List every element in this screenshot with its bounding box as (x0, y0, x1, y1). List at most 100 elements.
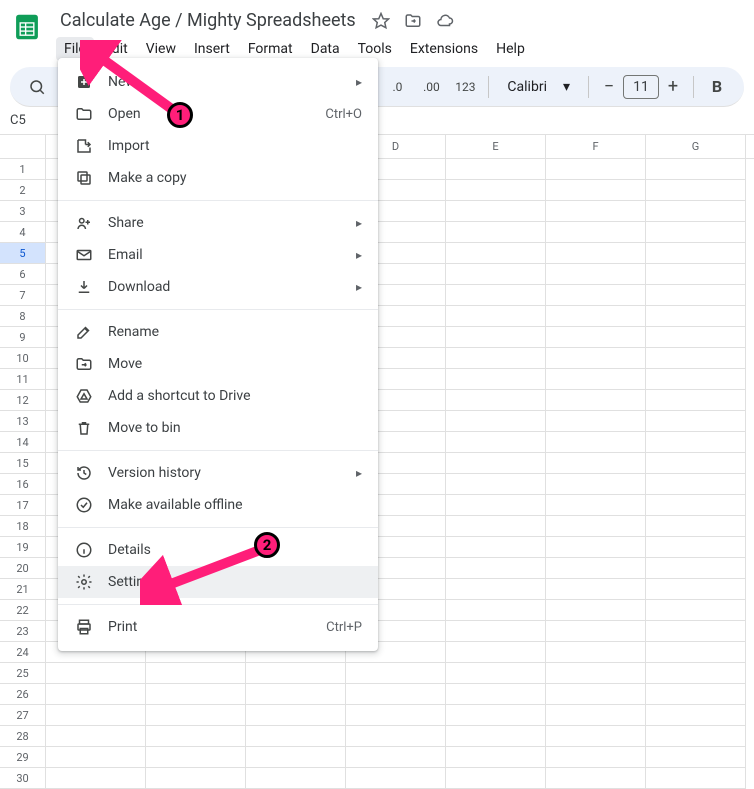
cell[interactable] (46, 747, 146, 768)
cell[interactable] (446, 222, 546, 243)
menu-share[interactable]: Share ▸ (58, 207, 378, 239)
column-header[interactable]: E (446, 135, 546, 158)
cell[interactable] (546, 684, 646, 705)
row-header[interactable]: 1 (0, 159, 46, 180)
cell[interactable] (446, 285, 546, 306)
row-header[interactable]: 17 (0, 495, 46, 516)
cell[interactable] (646, 516, 746, 537)
row-header[interactable]: 4 (0, 222, 46, 243)
row-header[interactable]: 13 (0, 411, 46, 432)
star-icon[interactable] (372, 12, 390, 30)
cell[interactable] (646, 369, 746, 390)
row-header[interactable]: 25 (0, 663, 46, 684)
cell[interactable] (446, 243, 546, 264)
cell[interactable] (546, 579, 646, 600)
cell[interactable] (346, 663, 446, 684)
cell[interactable] (446, 642, 546, 663)
increase-decimal-button[interactable]: .00 (416, 72, 446, 102)
cell[interactable] (446, 201, 546, 222)
cell[interactable] (646, 684, 746, 705)
cell[interactable] (346, 684, 446, 705)
cell[interactable] (646, 222, 746, 243)
cell[interactable] (646, 201, 746, 222)
decrease-decimal-button[interactable]: .0 (382, 72, 412, 102)
font-size-input[interactable]: 11 (623, 75, 659, 99)
search-menus-icon[interactable] (22, 72, 52, 102)
menu-rename[interactable]: Rename (58, 316, 378, 348)
cell[interactable] (646, 390, 746, 411)
cell[interactable] (446, 663, 546, 684)
cell[interactable] (546, 747, 646, 768)
cell[interactable] (546, 306, 646, 327)
name-box[interactable]: C5 (0, 113, 48, 128)
cell[interactable] (646, 747, 746, 768)
row-header[interactable]: 3 (0, 201, 46, 222)
row-header[interactable]: 12 (0, 390, 46, 411)
row-header[interactable]: 5 (0, 243, 46, 264)
cell[interactable] (146, 768, 246, 789)
cell[interactable] (446, 621, 546, 642)
cell[interactable] (646, 621, 746, 642)
cloud-status-icon[interactable] (436, 12, 454, 30)
cell[interactable] (646, 453, 746, 474)
sheets-logo[interactable] (12, 8, 46, 54)
cell[interactable] (446, 537, 546, 558)
cell[interactable] (546, 621, 646, 642)
cell[interactable] (246, 705, 346, 726)
cell[interactable] (446, 411, 546, 432)
cell[interactable] (546, 243, 646, 264)
row-header[interactable]: 14 (0, 432, 46, 453)
row-header[interactable]: 19 (0, 537, 46, 558)
cell[interactable] (46, 663, 146, 684)
cell[interactable] (46, 705, 146, 726)
cell[interactable] (646, 474, 746, 495)
menu-move[interactable]: Move (58, 348, 378, 380)
cell[interactable] (546, 453, 646, 474)
row-header[interactable]: 29 (0, 747, 46, 768)
cell[interactable] (546, 264, 646, 285)
cell[interactable] (546, 474, 646, 495)
cell[interactable] (346, 705, 446, 726)
cell[interactable] (246, 747, 346, 768)
cell[interactable] (646, 495, 746, 516)
cell[interactable] (446, 369, 546, 390)
cell[interactable] (146, 663, 246, 684)
column-header[interactable]: F (546, 135, 646, 158)
cell[interactable] (646, 243, 746, 264)
row-header[interactable]: 10 (0, 348, 46, 369)
cell[interactable] (446, 558, 546, 579)
cell[interactable] (446, 474, 546, 495)
cell[interactable] (646, 600, 746, 621)
row-header[interactable]: 21 (0, 579, 46, 600)
cell[interactable] (646, 663, 746, 684)
cell[interactable] (446, 495, 546, 516)
row-header[interactable]: 27 (0, 705, 46, 726)
cell[interactable] (46, 726, 146, 747)
cell[interactable] (246, 768, 346, 789)
cell[interactable] (546, 516, 646, 537)
menu-new[interactable]: New ▸ (58, 66, 378, 98)
cell[interactable] (546, 768, 646, 789)
cell[interactable] (546, 537, 646, 558)
cell[interactable] (646, 306, 746, 327)
cell[interactable] (446, 747, 546, 768)
cell[interactable] (446, 684, 546, 705)
cell[interactable] (446, 768, 546, 789)
cell[interactable] (446, 453, 546, 474)
cell[interactable] (546, 642, 646, 663)
cell[interactable] (646, 348, 746, 369)
cell[interactable] (646, 537, 746, 558)
cell[interactable] (446, 705, 546, 726)
cell[interactable] (546, 285, 646, 306)
move-folder-icon[interactable] (404, 12, 422, 30)
row-header[interactable]: 15 (0, 453, 46, 474)
cell[interactable] (646, 768, 746, 789)
cell[interactable] (646, 642, 746, 663)
menu-offline[interactable]: Make available offline (58, 489, 378, 521)
document-title[interactable]: Calculate Age / Mighty Spreadsheets (56, 8, 360, 33)
row-header[interactable]: 6 (0, 264, 46, 285)
column-header[interactable]: G (646, 135, 746, 158)
row-header[interactable]: 22 (0, 600, 46, 621)
menu-add-shortcut[interactable]: Add a shortcut to Drive (58, 380, 378, 412)
cell[interactable] (546, 600, 646, 621)
